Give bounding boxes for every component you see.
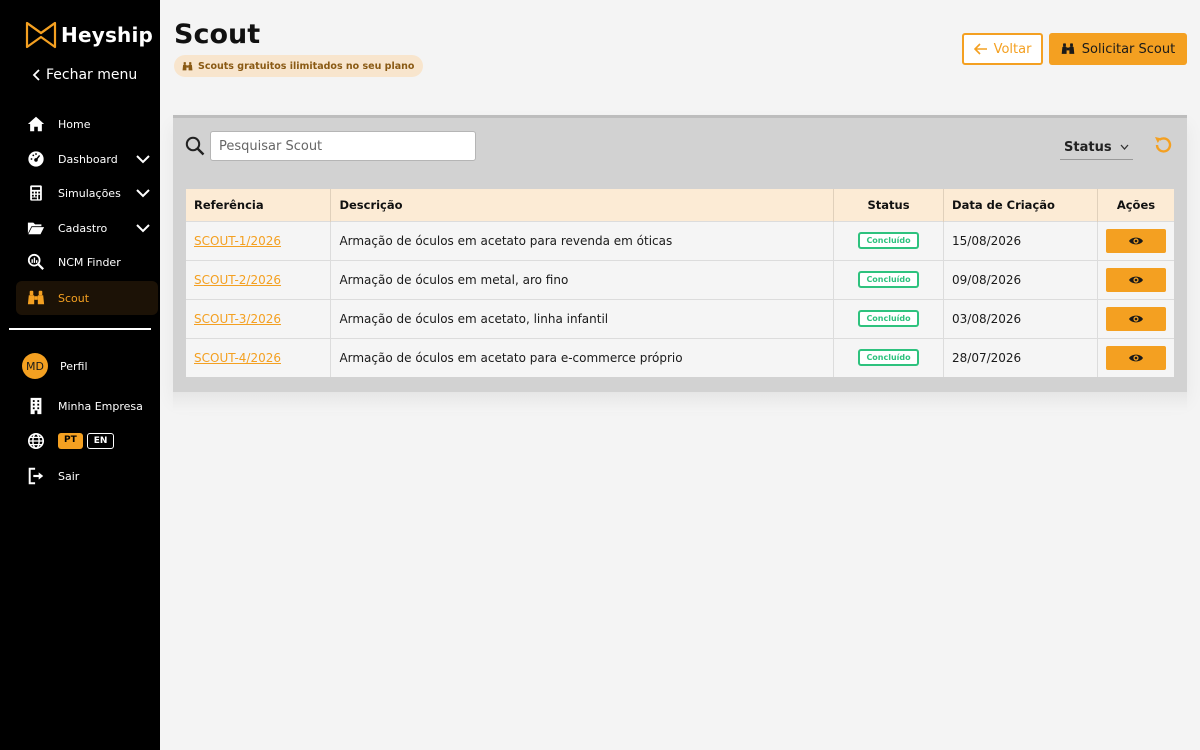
sidebar-item-label: Home bbox=[58, 117, 91, 131]
creation-date: 15/08/2026 bbox=[943, 221, 1098, 260]
plan-badge: Scouts gratuitos ilimitados no seu plano bbox=[174, 55, 424, 77]
sidebar-item-label: Sair bbox=[58, 469, 80, 483]
status-badge: Concluído bbox=[858, 271, 919, 288]
scout-reference-link[interactable]: SCOUT-4/2026 bbox=[194, 351, 281, 365]
logout-icon bbox=[28, 467, 44, 485]
view-scout-button[interactable] bbox=[1105, 228, 1166, 253]
chevron-down-icon[interactable] bbox=[136, 186, 150, 200]
sidebar-item-label: Scout bbox=[58, 291, 90, 305]
sidebar-item-minha-empresa[interactable]: Minha Empresa bbox=[16, 389, 158, 423]
page-title: Scout bbox=[174, 19, 261, 50]
arrow-left-icon bbox=[973, 43, 987, 55]
sidebar-divider bbox=[9, 328, 151, 330]
plan-badge-text: Scouts gratuitos ilimitados no seu plano bbox=[198, 60, 415, 72]
table-row: SCOUT-4/2026 Armação de óculos em acetat… bbox=[186, 338, 1174, 377]
lang-en-button[interactable]: EN bbox=[86, 433, 115, 449]
home-icon bbox=[27, 116, 45, 132]
avatar: MD bbox=[22, 353, 48, 379]
status-badge: Concluído bbox=[858, 310, 919, 327]
chevron-down-icon[interactable] bbox=[136, 152, 150, 166]
sidebar-item-cadastro[interactable]: Cadastro bbox=[16, 211, 158, 245]
scout-description: Armação de óculos em metal, aro fino bbox=[330, 260, 835, 299]
logo[interactable]: Heyship bbox=[25, 19, 153, 51]
creation-date: 09/08/2026 bbox=[943, 260, 1098, 299]
chevron-down-icon[interactable] bbox=[136, 221, 150, 235]
scout-reference-link[interactable]: SCOUT-1/2026 bbox=[194, 234, 281, 248]
sidebar-item-ncm-finder[interactable]: NCM Finder bbox=[16, 245, 158, 279]
ncm-search-icon bbox=[27, 253, 44, 270]
column-header-acoes: Ações bbox=[1116, 197, 1156, 212]
search-icon bbox=[185, 136, 205, 156]
sidebar-item-scout[interactable]: Scout bbox=[16, 281, 158, 315]
sidebar-item-label: Cadastro bbox=[58, 221, 108, 235]
sidebar-item-perfil[interactable]: MD Perfil bbox=[16, 349, 158, 383]
scout-reference-link[interactable]: SCOUT-3/2026 bbox=[194, 312, 281, 326]
status-filter-select[interactable]: Status bbox=[1060, 135, 1133, 160]
chevron-left-icon bbox=[32, 69, 40, 81]
status-filter-label: Status bbox=[1064, 139, 1112, 155]
scout-description: Armação de óculos em acetato, linha infa… bbox=[330, 299, 835, 338]
sidebar-item-sair[interactable]: Sair bbox=[16, 459, 158, 493]
status-badge: Concluído bbox=[858, 349, 919, 367]
column-header-referencia: Referência bbox=[186, 189, 332, 221]
table-row: SCOUT-2/2026 Armação de óculos em metal,… bbox=[186, 260, 1174, 299]
sidebar: Heyship Fechar menu Home Dashboard Simul… bbox=[0, 0, 160, 750]
column-header-data-criacao: Data de Criação bbox=[943, 189, 1098, 221]
scout-description: Armação de óculos em acetato para e-comm… bbox=[330, 338, 835, 377]
sidebar-item-label: NCM Finder bbox=[58, 255, 121, 269]
binoculars-icon bbox=[182, 61, 193, 70]
view-scout-button[interactable] bbox=[1105, 306, 1166, 331]
back-button[interactable]: Voltar bbox=[962, 33, 1043, 65]
sidebar-item-language: PT EN bbox=[16, 424, 158, 458]
eye-icon bbox=[1128, 237, 1143, 244]
scout-reference-link[interactable]: SCOUT-2/2026 bbox=[194, 273, 281, 287]
search-input[interactable] bbox=[210, 131, 476, 161]
panel-footer bbox=[173, 392, 1187, 412]
binoculars-icon bbox=[1061, 43, 1075, 54]
table-header-row: Referência Descrição Status Data de Cria… bbox=[186, 189, 1174, 221]
eye-icon bbox=[1128, 315, 1143, 322]
table-row: SCOUT-1/2026 Armação de óculos em acetat… bbox=[186, 221, 1174, 260]
close-menu-label: Fechar menu bbox=[46, 67, 138, 83]
sidebar-item-label: Simulações bbox=[58, 186, 121, 200]
view-scout-button[interactable] bbox=[1105, 267, 1166, 292]
eye-icon bbox=[1128, 354, 1143, 362]
reset-filters-icon[interactable] bbox=[1152, 134, 1174, 156]
brand-name: Heyship bbox=[61, 23, 154, 47]
creation-date: 28/07/2026 bbox=[943, 338, 1098, 377]
chevron-down-icon bbox=[1120, 144, 1129, 150]
close-menu-button[interactable]: Fechar menu bbox=[32, 67, 137, 83]
folder-open-icon bbox=[27, 222, 45, 235]
status-badge: Concluído bbox=[858, 232, 919, 249]
column-header-descricao: Descrição bbox=[330, 189, 835, 221]
sidebar-item-label: Dashboard bbox=[58, 152, 118, 166]
heyship-logo-icon bbox=[25, 21, 57, 49]
dashboard-icon bbox=[28, 151, 44, 167]
sidebar-item-label: Perfil bbox=[60, 359, 88, 373]
binoculars-icon bbox=[27, 290, 45, 305]
request-scout-button[interactable]: Solicitar Scout bbox=[1049, 33, 1187, 65]
sidebar-item-label: Minha Empresa bbox=[58, 399, 143, 413]
view-scout-button[interactable] bbox=[1105, 345, 1166, 370]
table-row: SCOUT-3/2026 Armação de óculos em acetat… bbox=[186, 299, 1174, 338]
column-header-status: Status bbox=[833, 189, 945, 221]
request-scout-label: Solicitar Scout bbox=[1081, 41, 1176, 57]
back-button-label: Voltar bbox=[993, 41, 1032, 57]
calculator-icon bbox=[30, 185, 42, 201]
globe-icon bbox=[27, 432, 45, 450]
creation-date: 03/08/2026 bbox=[943, 299, 1098, 338]
sidebar-item-simulacoes[interactable]: Simulações bbox=[16, 176, 158, 210]
scout-table: Referência Descrição Status Data de Cria… bbox=[186, 189, 1174, 377]
sidebar-item-home[interactable]: Home bbox=[16, 107, 158, 141]
lang-pt-button[interactable]: PT bbox=[58, 433, 83, 449]
scout-description: Armação de óculos em acetato para revend… bbox=[330, 221, 835, 260]
sidebar-item-dashboard[interactable]: Dashboard bbox=[16, 142, 158, 176]
eye-icon bbox=[1128, 276, 1143, 283]
building-icon bbox=[30, 397, 42, 415]
